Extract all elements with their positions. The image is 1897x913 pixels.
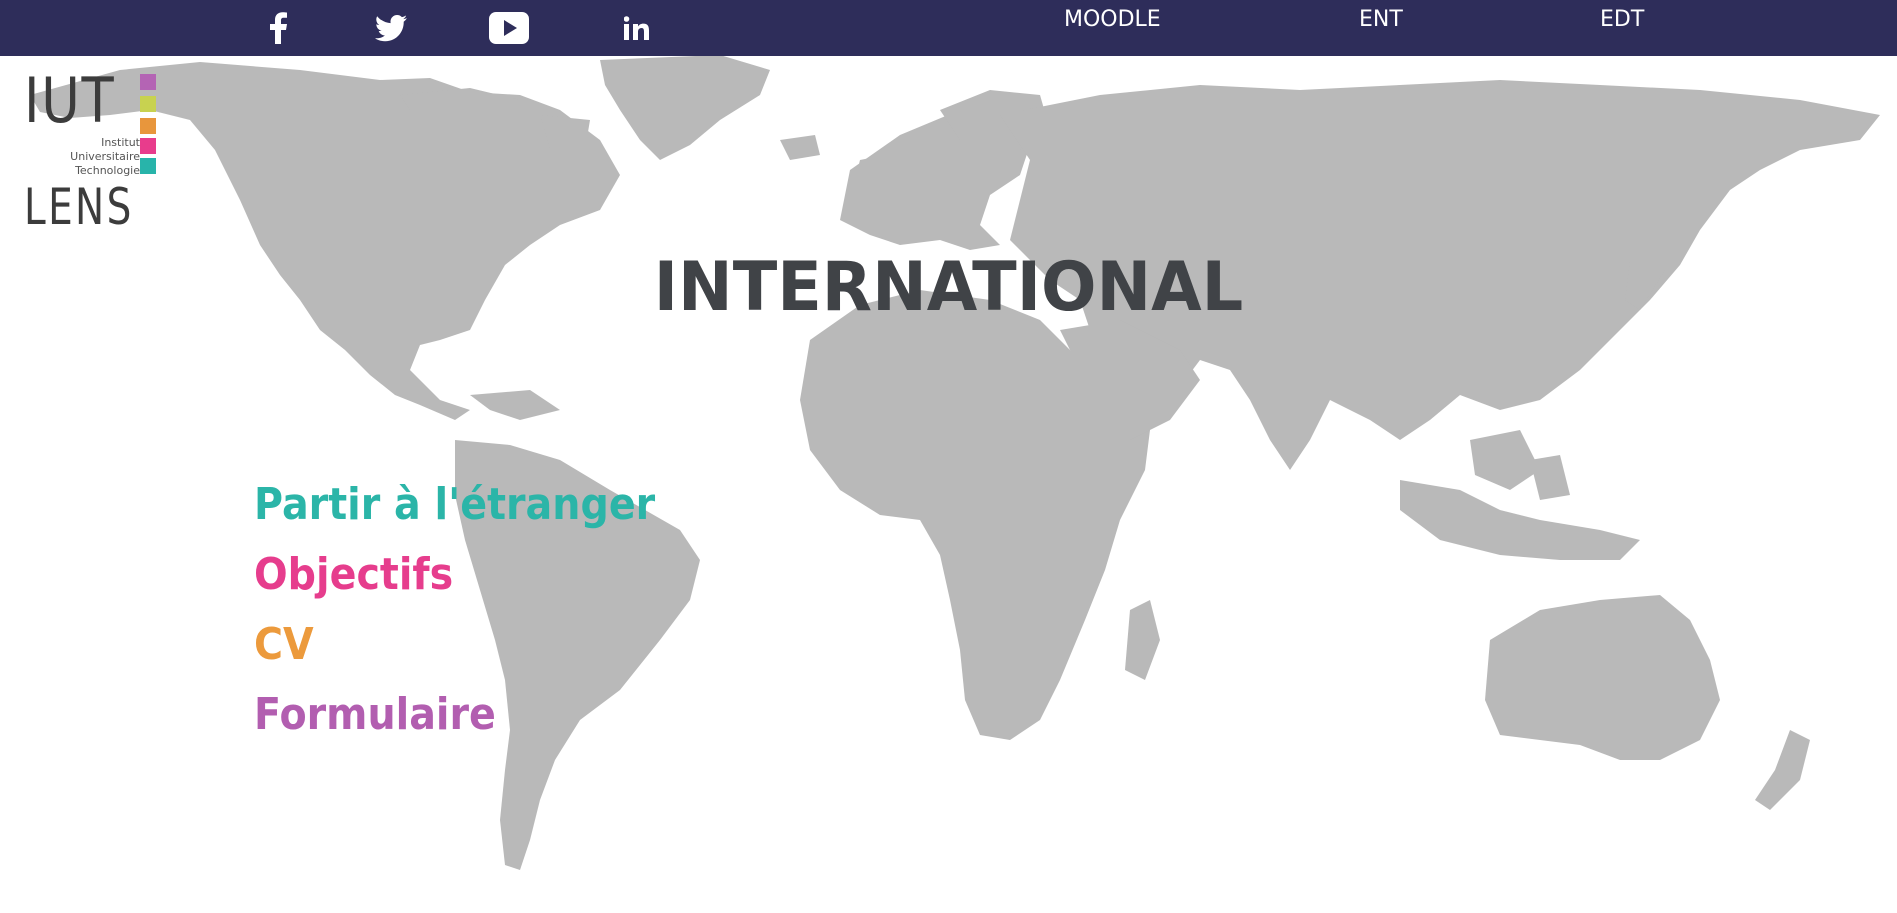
nav-link-edt[interactable]: EDT: [1600, 0, 1644, 40]
top-navigation-bar: MOODLE ENT EDT: [0, 0, 1897, 56]
menu-item-partir-a-letranger[interactable]: Partir à l'étranger: [254, 470, 655, 540]
logo-square-teal: [140, 158, 156, 174]
logo-line-institut: Institut: [101, 136, 140, 149]
linkedin-icon[interactable]: [620, 0, 654, 56]
youtube-icon[interactable]: [488, 0, 530, 56]
menu-item-cv[interactable]: CV: [254, 610, 655, 680]
nav-link-ent[interactable]: ENT: [1359, 0, 1403, 40]
logo-iut-text: IUT: [24, 64, 116, 137]
twitter-icon[interactable]: [372, 0, 410, 56]
australia-shape: [1485, 595, 1720, 760]
international-menu: Partir à l'étranger Objectifs CV Formula…: [254, 470, 700, 750]
facebook-icon[interactable]: [262, 0, 294, 56]
logo-square-orange: [140, 118, 156, 134]
iut-lens-logo[interactable]: IUT Institut Universitaire Technologie L…: [24, 64, 164, 236]
logo-lens-text: LENS: [24, 178, 134, 236]
menu-item-objectifs[interactable]: Objectifs: [254, 540, 655, 610]
logo-line-technologie: Technologie: [75, 164, 140, 177]
logo-square-purple: [140, 74, 156, 90]
logo-line-universitaire: Universitaire: [70, 150, 140, 163]
nav-link-moodle[interactable]: MOODLE: [1064, 0, 1161, 40]
greenland-shape: [600, 55, 770, 160]
logo-square-pink: [140, 138, 156, 154]
logo-square-green: [140, 96, 156, 112]
page-title: INTERNATIONAL: [653, 248, 1244, 327]
menu-item-formulaire[interactable]: Formulaire: [254, 680, 655, 750]
